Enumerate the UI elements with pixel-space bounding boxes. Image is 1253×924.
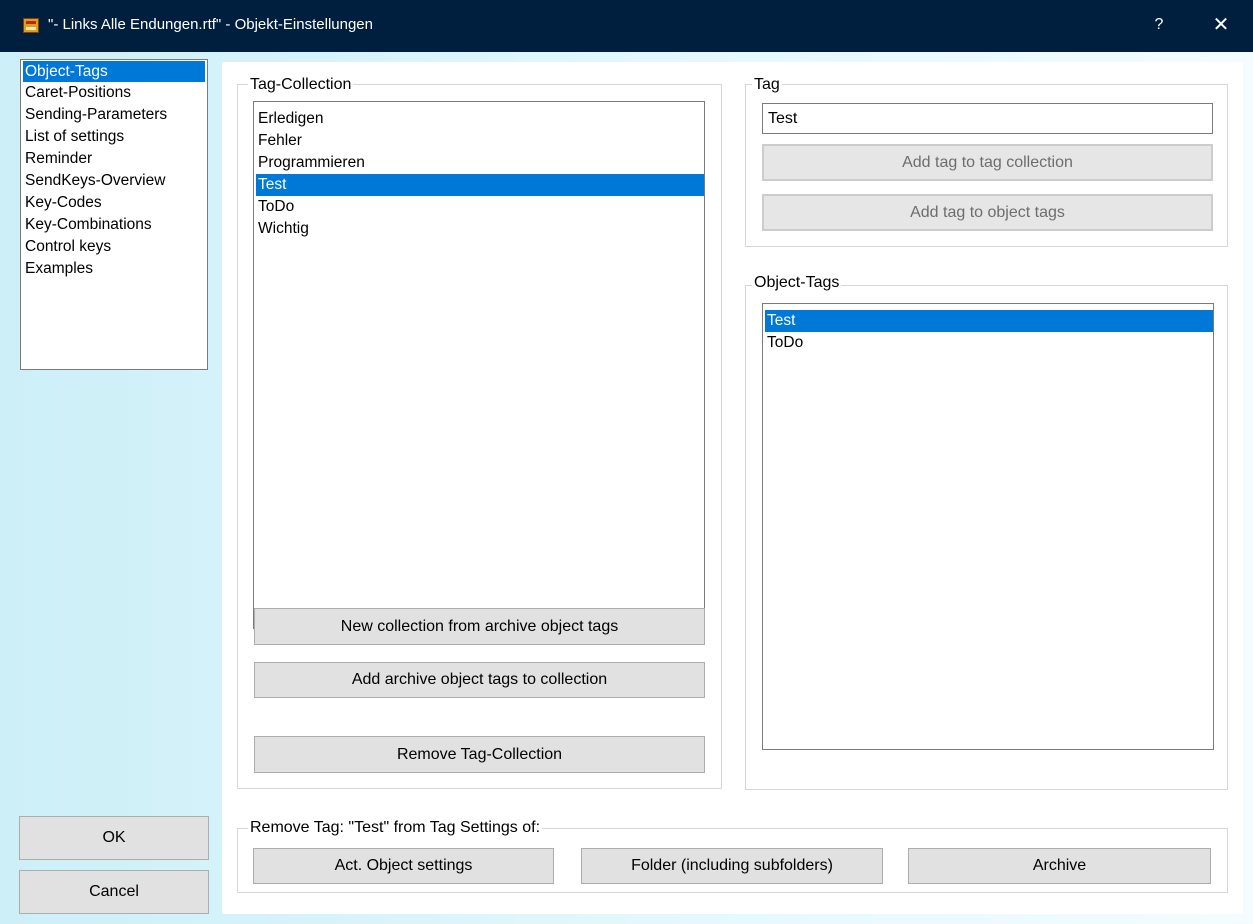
sidebar-item-key-codes[interactable]: Key-Codes xyxy=(23,192,102,213)
tag-input[interactable] xyxy=(762,103,1213,134)
remove-from-act-object-button[interactable]: Act. Object settings xyxy=(253,848,554,884)
new-collection-from-archive-button[interactable]: New collection from archive object tags xyxy=(254,608,705,645)
app-icon xyxy=(23,18,39,33)
list-item-selected[interactable]: Test xyxy=(256,174,704,196)
list-item[interactable]: Erledigen xyxy=(256,108,324,130)
sidebar-item-list-of-settings[interactable]: List of settings xyxy=(23,126,124,147)
sidebar-item-control-keys[interactable]: Control keys xyxy=(23,236,111,257)
sidebar-item-sending-parameters[interactable]: Sending-Parameters xyxy=(23,104,167,125)
close-button[interactable]: ✕ xyxy=(1208,12,1234,38)
object-tags-panel: Tag-Collection Erledigen Fehler Programm… xyxy=(222,62,1243,914)
list-item[interactable]: ToDo xyxy=(256,196,294,218)
add-tag-to-collection-button[interactable]: Add tag to tag collection xyxy=(762,144,1213,181)
ok-button[interactable]: OK xyxy=(19,816,209,860)
list-item[interactable]: Fehler xyxy=(256,130,302,152)
sidebar-item-key-combinations[interactable]: Key-Combinations xyxy=(23,214,152,235)
tag-collection-label: Tag-Collection xyxy=(248,76,354,94)
object-tags-list[interactable]: Test ToDo xyxy=(762,303,1214,750)
add-tag-to-object-tags-button[interactable]: Add tag to object tags xyxy=(762,194,1213,231)
window-title: "- Links Alle Endungen.rtf" - Objekt-Ein… xyxy=(48,16,373,33)
sidebar-item-reminder[interactable]: Reminder xyxy=(23,148,92,169)
sidebar-item-sendkeys-overview[interactable]: SendKeys-Overview xyxy=(23,170,165,191)
sidebar-item-caret-positions[interactable]: Caret-Positions xyxy=(23,82,131,103)
title-bar: "- Links Alle Endungen.rtf" - Objekt-Ein… xyxy=(0,0,1253,52)
remove-from-folder-button[interactable]: Folder (including subfolders) xyxy=(581,848,883,884)
list-item-selected[interactable]: Test xyxy=(765,310,1213,332)
object-tags-label: Object-Tags xyxy=(752,274,842,292)
tag-label: Tag xyxy=(752,76,782,94)
add-archive-tags-to-collection-button[interactable]: Add archive object tags to collection xyxy=(254,662,705,698)
sidebar-item-object-tags[interactable]: Object-Tags xyxy=(23,61,205,82)
dialog-window: "- Links Alle Endungen.rtf" - Objekt-Ein… xyxy=(0,0,1253,924)
list-item[interactable]: Wichtig xyxy=(256,218,309,240)
remove-tag-collection-button[interactable]: Remove Tag-Collection xyxy=(254,736,705,773)
sidebar-item-examples[interactable]: Examples xyxy=(23,258,93,279)
settings-category-list[interactable]: Object-Tags Caret-Positions Sending-Para… xyxy=(20,59,208,370)
remove-tag-label: Remove Tag: "Test" from Tag Settings of: xyxy=(248,819,543,837)
cancel-button[interactable]: Cancel xyxy=(19,870,209,914)
help-button[interactable]: ? xyxy=(1147,12,1171,38)
list-item[interactable]: Programmieren xyxy=(256,152,365,174)
list-item[interactable]: ToDo xyxy=(765,332,803,354)
remove-from-archive-button[interactable]: Archive xyxy=(908,848,1211,884)
tag-collection-list[interactable]: Erledigen Fehler Programmieren Test ToDo… xyxy=(253,101,705,629)
